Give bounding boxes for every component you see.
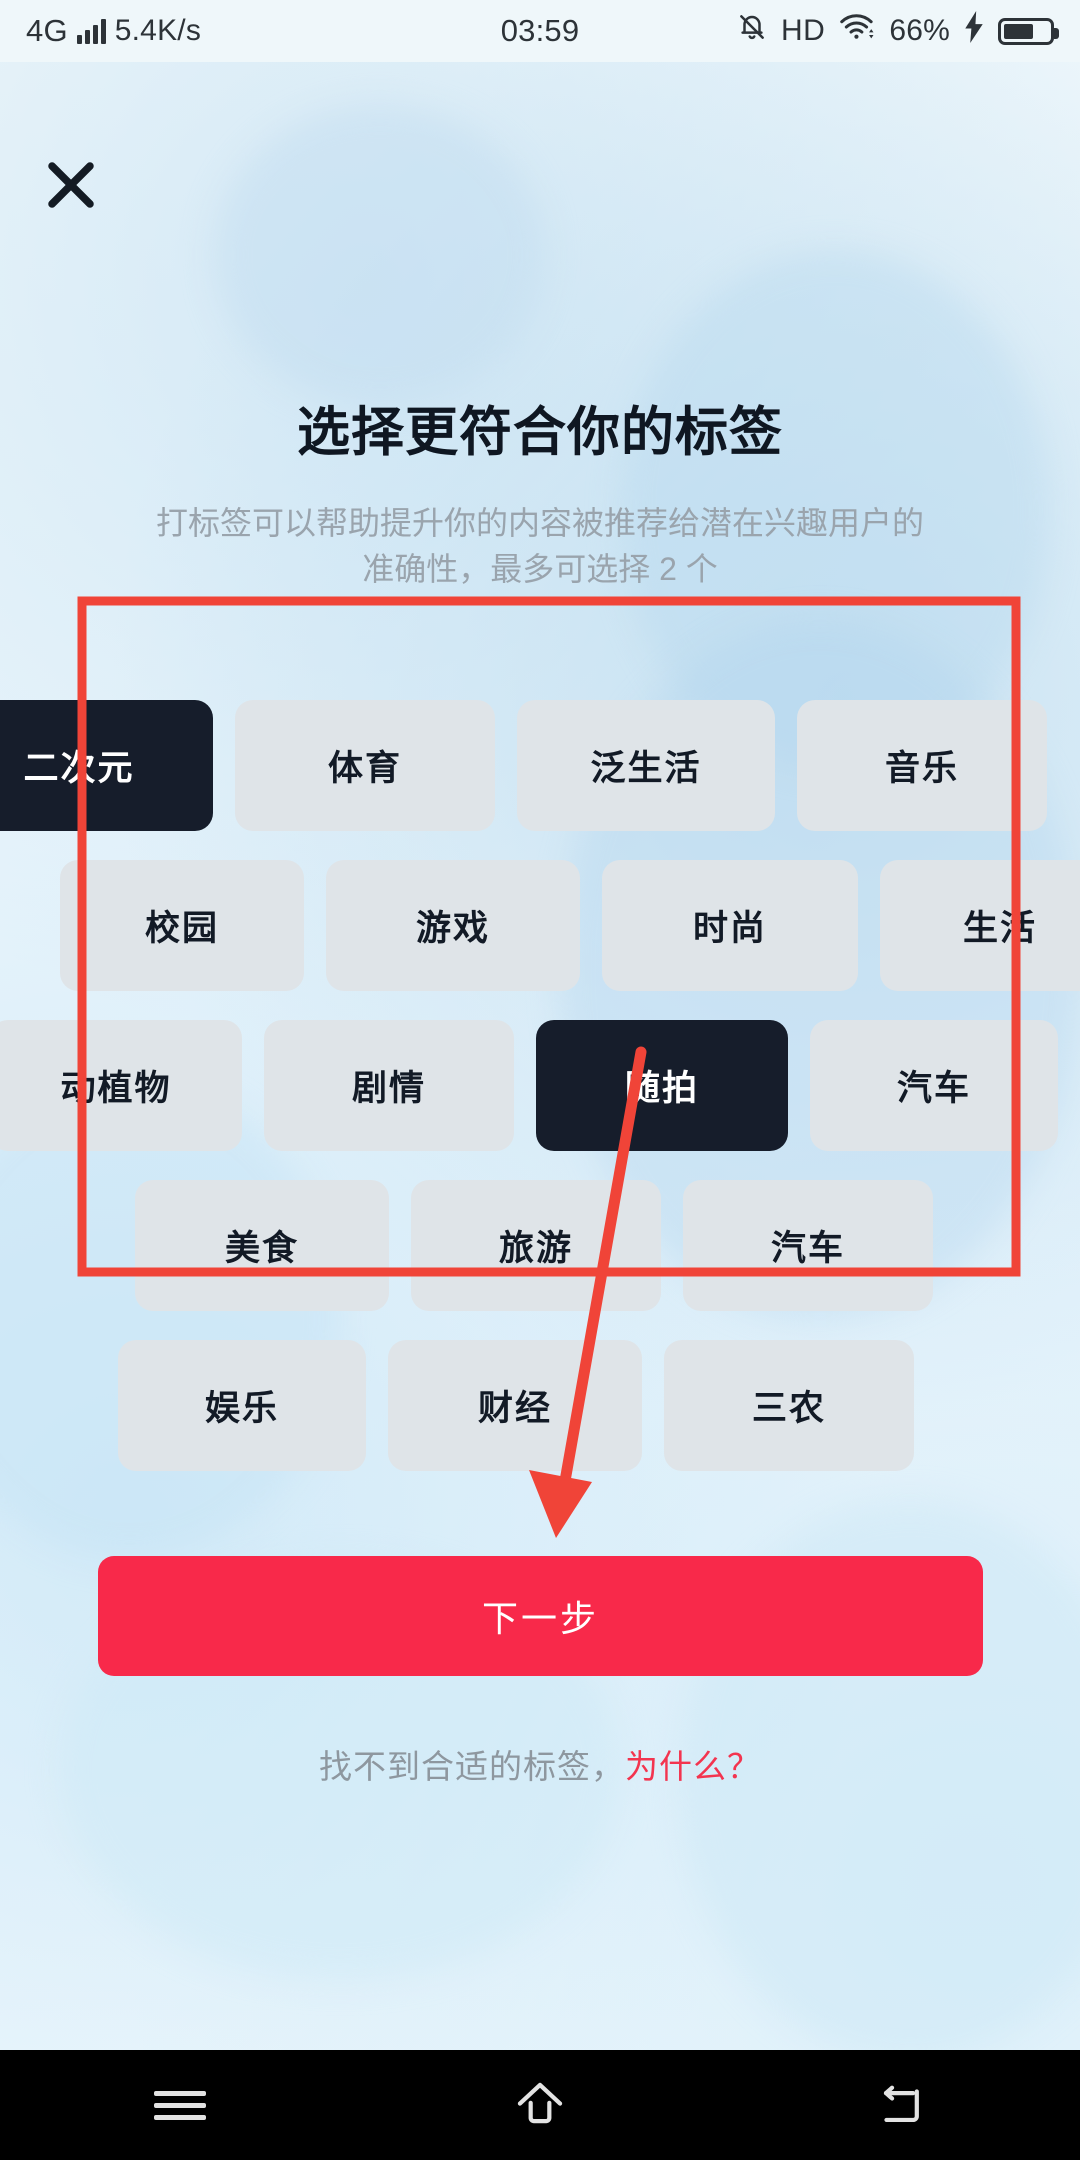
tag-chip-label: 娱乐: [204, 1389, 279, 1428]
page-title: 选择更符合你的标签: [297, 403, 783, 462]
back-icon[interactable]: [720, 2077, 1080, 2133]
tag-chip-label: 生活: [962, 909, 1037, 948]
tag-chip[interactable]: 体育: [235, 700, 495, 831]
tag-chip-label: 财经: [477, 1389, 552, 1428]
signal-bars-icon: [76, 18, 106, 44]
tag-chip-label: 旅游: [498, 1229, 573, 1268]
status-bar: 4G 5.4K/s 03:59 HD 66%: [0, 0, 1080, 62]
tag-chip-label: 美食: [224, 1229, 299, 1268]
footer-prefix-label: 找不到合适的标签，: [319, 1748, 625, 1785]
tag-chip-label: 体育: [327, 749, 402, 788]
phone-screen: 4G 5.4K/s 03:59 HD 66% 选择更符合你的标签 打标签可以帮助…: [0, 0, 1080, 2160]
hd-label: HD: [781, 14, 826, 47]
bell-off-icon: [737, 11, 767, 51]
tag-chip[interactable]: 时尚: [602, 860, 858, 991]
tag-chip-label: 二次元: [23, 749, 135, 788]
tag-chip[interactable]: 美食: [135, 1180, 389, 1311]
android-nav-bar: [0, 2050, 1080, 2160]
tag-chip-label: 泛生活: [590, 749, 702, 788]
close-icon[interactable]: [36, 150, 106, 220]
tag-chip[interactable]: 剧情: [264, 1020, 514, 1151]
tag-chip[interactable]: 财经: [388, 1340, 642, 1471]
page-subtitle: 打标签可以帮助提升你的内容被推荐给潜在兴趣用户的 准确性，最多可选择 2 个: [136, 500, 944, 593]
network-type-label: 4G: [26, 13, 68, 48]
tag-chip-label: 剧情: [351, 1069, 426, 1108]
footer-help-text: 找不到合适的标签，为什么？: [0, 1740, 1080, 1788]
tag-chip-row: 动植物 剧情 随拍 汽车: [0, 1020, 1080, 1180]
tag-chip-grid: 二次元 体育 泛生活 音乐 校园 游戏 时尚 生活 动植物 剧情 随拍 汽车 美食 旅游 汽车 娱乐 财经 三农: [0, 700, 1080, 1500]
tag-chip[interactable]: 娱乐: [118, 1340, 366, 1471]
tag-chip-label: 动植物: [60, 1069, 172, 1108]
why-link[interactable]: 为什么？: [625, 1748, 761, 1785]
network-speed-label: 5.4K/s: [114, 14, 202, 47]
tag-chip[interactable]: 游戏: [326, 860, 580, 991]
tag-chip[interactable]: 旅游: [411, 1180, 661, 1311]
tag-chip-label: 时尚: [692, 909, 767, 948]
tag-chip[interactable]: 泛生活: [517, 700, 775, 831]
tag-chip-row: 美食 旅游 汽车: [0, 1180, 1080, 1340]
next-step-label: 下一步: [481, 1598, 599, 1639]
battery-percent-label: 66%: [889, 14, 950, 47]
tag-chip[interactable]: 三农: [664, 1340, 914, 1471]
menu-icon[interactable]: [0, 2084, 360, 2127]
battery-icon: [998, 17, 1059, 45]
tag-chip[interactable]: 音乐: [797, 700, 1047, 831]
tag-chip-label: 游戏: [415, 909, 490, 948]
tag-chip[interactable]: 二次元: [0, 700, 213, 831]
subtitle-line-2: 准确性，最多可选择 2 个: [362, 551, 718, 588]
tag-chip[interactable]: 生活: [880, 860, 1080, 991]
tag-chip[interactable]: 随拍: [536, 1020, 788, 1151]
tag-chip-row: 娱乐 财经 三农: [0, 1340, 1080, 1500]
tag-chip-label: 汽车: [896, 1069, 971, 1108]
tag-chip-label: 校园: [144, 909, 219, 948]
tag-chip-label: 音乐: [884, 749, 959, 788]
charging-bolt-icon: [964, 11, 984, 51]
home-icon[interactable]: [360, 2077, 720, 2133]
tag-chip[interactable]: 校园: [60, 860, 304, 991]
tag-chip-label: 随拍: [624, 1069, 699, 1108]
tag-chip[interactable]: 汽车: [683, 1180, 933, 1311]
tag-chip-label: 汽车: [770, 1229, 845, 1268]
tag-chip-row: 二次元 体育 泛生活 音乐: [0, 700, 1080, 860]
subtitle-line-1: 打标签可以帮助提升你的内容被推荐给潜在兴趣用户的: [155, 505, 924, 541]
next-step-button[interactable]: 下一步: [98, 1556, 983, 1676]
tag-chip[interactable]: 动植物: [0, 1020, 242, 1151]
tag-chip-label: 三农: [751, 1389, 826, 1428]
wifi-icon: [839, 12, 875, 50]
tag-chip[interactable]: 汽车: [810, 1020, 1058, 1151]
tag-chip-row: 校园 游戏 时尚 生活: [0, 860, 1080, 1020]
